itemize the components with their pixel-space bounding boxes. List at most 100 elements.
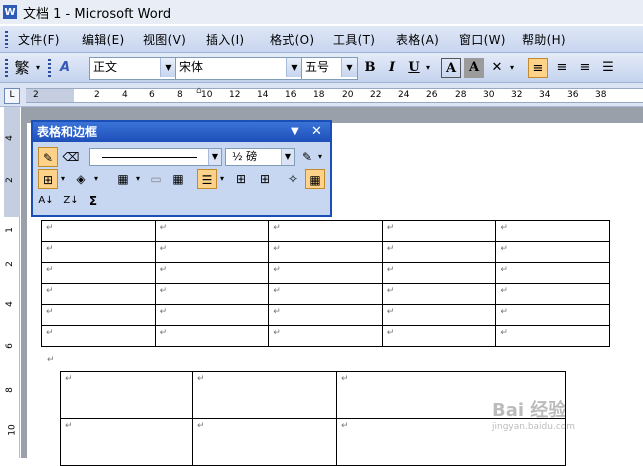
table-cell[interactable]: ↵ [41,241,156,263]
toolbar-grip-icon[interactable] [5,59,8,77]
document-table-1[interactable]: ↵ ↵ ↵ ↵ ↵ ↵ ↵ ↵ ↵ ↵ ↵ ↵ ↵ ↵ ↵ ↵ ↵ ↵ ↵ ↵ ↵ ↵ ↵ ↵ ↵ ↵ ↵ ↵ ↵ ↵ [41,220,610,347]
tables-and-borders-title[interactable]: 表格和边框 ▼ ✕ [33,122,330,142]
scaling-dropdown-icon[interactable]: ▾ [507,58,517,78]
border-color-dropdown-icon[interactable]: ▾ [315,147,325,167]
distribute-rows-icon[interactable]: ⊞ [231,169,251,189]
table-cell[interactable]: ↵ [381,220,497,242]
table-cell[interactable]: ↵ [154,304,270,326]
table-cell[interactable]: ↵ [154,325,270,347]
eraser-icon[interactable]: ⌫ [61,147,81,167]
table-cell[interactable]: ↵ [268,283,383,305]
table-cell[interactable]: ↵ [154,220,270,242]
table-cell[interactable]: ↵ [192,371,337,419]
chevron-down-icon[interactable]: ▼ [160,58,176,77]
vertical-ruler[interactable]: 4 2 1 2 4 6 8 10 [4,107,20,458]
autoformat-icon[interactable]: ✧ [283,169,303,189]
show-gridlines-icon[interactable]: ▦ [305,169,325,189]
align-center-button[interactable]: ≡ [552,58,572,78]
traditional-dropdown-icon[interactable]: ▾ [33,58,43,78]
table-cell[interactable]: ↵ [60,418,193,466]
chevron-down-icon[interactable]: ▼ [208,149,221,165]
menu-window[interactable]: 窗口(W) [459,31,506,48]
table-cell[interactable]: ↵ [495,325,610,347]
menu-file[interactable]: 文件(F) [18,31,60,48]
table-cell[interactable]: ↵ [381,325,497,347]
table-cell[interactable]: ↵ [41,325,156,347]
underline-dropdown-icon[interactable]: ▾ [423,58,433,78]
sort-descending-icon[interactable]: Z↓ [61,191,81,211]
table-cell[interactable]: ↵ [495,241,610,263]
table-cell[interactable]: ↵ [268,325,383,347]
table-cell[interactable]: ↵ [495,220,610,242]
menu-table[interactable]: 表格(A) [396,31,439,48]
chevron-down-icon[interactable]: ▼ [341,58,357,77]
align-cell-icon[interactable]: ☰ [197,169,217,189]
insert-table-icon[interactable]: ▦ [113,169,133,189]
table-cell[interactable]: ↵ [60,371,193,419]
table-cell[interactable]: ↵ [41,283,156,305]
merge-cells-icon[interactable]: ▭ [146,169,166,189]
styles-pane-icon[interactable]: A [55,58,75,78]
character-shading-button[interactable]: A [464,58,484,78]
draw-table-icon[interactable]: ✎ [38,147,58,167]
character-scaling-icon[interactable]: ✕ [487,58,507,78]
italic-button[interactable]: I [382,58,402,78]
toolbar-options-icon[interactable]: ▼ [291,122,299,142]
distribute-columns-icon[interactable]: ⊞ [255,169,275,189]
table-cell[interactable]: ↵ [381,241,497,263]
menu-view[interactable]: 视图(V) [143,31,186,48]
tab-selector[interactable]: L [4,88,20,104]
sort-ascending-icon[interactable]: A↓ [36,191,56,211]
menu-help[interactable]: 帮助(H) [522,31,566,48]
indent-marker-icon[interactable]: ⌂ [196,86,202,96]
menu-edit[interactable]: 编辑(E) [82,31,124,48]
table-cell[interactable]: ↵ [381,304,497,326]
close-icon[interactable]: ✕ [311,122,322,142]
table-cell[interactable]: ↵ [192,418,337,466]
outside-border-icon[interactable]: ⊞ [38,169,58,189]
table-cell[interactable]: ↵ [41,304,156,326]
menu-format[interactable]: 格式(O) [270,31,314,48]
table-cell[interactable]: ↵ [154,262,270,284]
shading-dropdown-icon[interactable]: ▾ [91,169,101,189]
chevron-down-icon[interactable]: ▼ [281,149,294,165]
shading-color-icon[interactable]: ◈ [71,169,91,189]
justify-button[interactable]: ☰ [598,58,618,78]
bold-button[interactable]: B [360,58,380,78]
border-dropdown-icon[interactable]: ▾ [58,169,68,189]
table-cell[interactable]: ↵ [495,283,610,305]
align-dropdown-icon[interactable]: ▾ [217,169,227,189]
document-table-2[interactable]: ↵ ↵ ↵ ↵ ↵ ↵ [60,371,566,466]
table-cell[interactable]: ↵ [381,283,497,305]
style-select[interactable]: 正文 ▼ [89,57,177,80]
traditional-chinese-button[interactable]: 繁 [11,58,33,78]
align-right-button[interactable]: ≡ [575,58,595,78]
table-cell[interactable]: ↵ [381,262,497,284]
toolbar-grip-icon[interactable] [48,59,51,77]
table-cell[interactable]: ↵ [268,262,383,284]
table-cell[interactable]: ↵ [41,262,156,284]
horizontal-ruler[interactable]: 2 2 4 6 8 10 12 14 16 18 20 22 24 26 28 … [26,86,643,103]
table-cell[interactable]: ↵ [268,241,383,263]
table-cell[interactable]: ↵ [41,220,156,242]
font-select[interactable]: 宋体 ▼ [175,57,303,80]
border-color-icon[interactable]: ✎ [297,147,317,167]
menu-tools[interactable]: 工具(T) [333,31,375,48]
menu-insert[interactable]: 插入(I) [206,31,244,48]
font-size-select[interactable]: 五号 ▼ [301,57,358,80]
table-cell[interactable]: ↵ [154,241,270,263]
underline-button[interactable]: U [404,58,424,78]
split-cells-icon[interactable]: ▦ [168,169,188,189]
tables-and-borders-toolbar[interactable]: 表格和边框 ▼ ✕ ✎ ⌫ ▼ ½ 磅 ▼ ✎ ▾ ⊞ ▾ ◈ ▾ ▦ ▾ ▭ … [31,120,332,217]
chevron-down-icon[interactable]: ▼ [286,58,302,77]
autosum-icon[interactable]: Σ [83,191,103,211]
table-cell[interactable]: ↵ [268,220,383,242]
table-cell[interactable]: ↵ [268,304,383,326]
table-cell[interactable]: ↵ [495,262,610,284]
menu-grip-icon[interactable] [5,31,8,48]
table-cell[interactable]: ↵ [495,304,610,326]
line-weight-select[interactable]: ½ 磅 ▼ [225,148,295,166]
table-cell[interactable]: ↵ [154,283,270,305]
align-left-button[interactable]: ≡ [528,58,548,78]
character-border-button[interactable]: A [441,58,461,78]
